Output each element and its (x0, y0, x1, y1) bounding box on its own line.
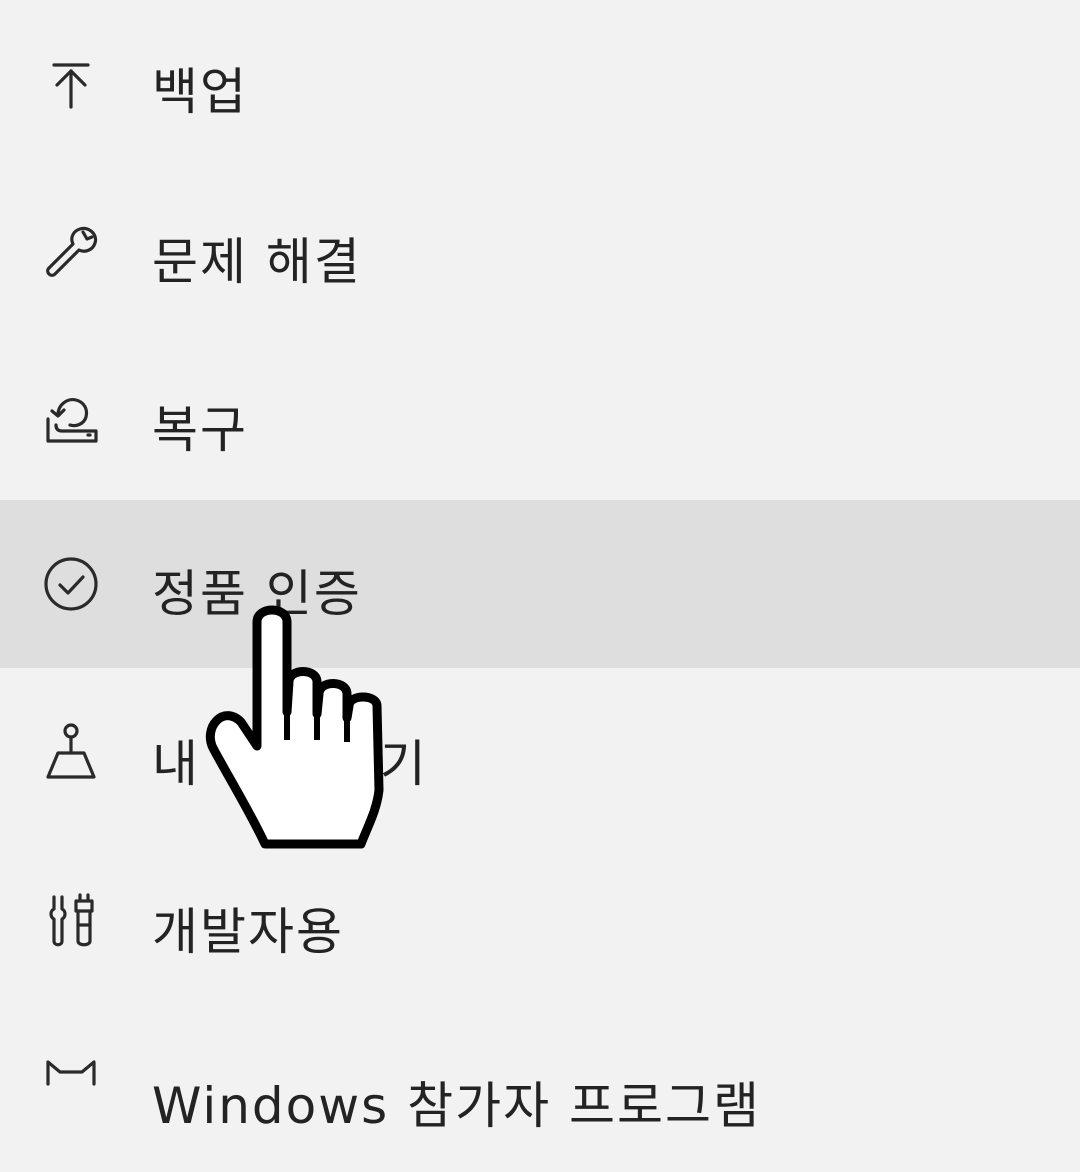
nav-item-label: 백업 (152, 63, 248, 121)
insider-cat-icon (40, 1054, 102, 1116)
developer-tools-icon (40, 889, 102, 951)
nav-item-for-developers[interactable]: 개발자용 (0, 836, 1080, 1004)
recovery-icon (40, 389, 102, 451)
nav-item-label: 내 장치 찾기 (152, 735, 428, 793)
check-circle-icon (40, 553, 102, 615)
nav-item-label: 문제 해결 (152, 233, 362, 291)
find-device-icon (40, 721, 102, 783)
nav-item-troubleshoot[interactable]: 문제 해결 (0, 168, 1080, 336)
nav-item-recovery[interactable]: 복구 (0, 336, 1080, 504)
nav-item-find-my-device[interactable]: 내 장치 찾기 (0, 668, 1080, 836)
nav-item-insider-program[interactable]: Windows 참가자 프로그램 (0, 1004, 1080, 1172)
backup-arrow-icon (40, 53, 102, 115)
nav-item-backup[interactable]: 백업 (0, 0, 1080, 168)
nav-item-activation[interactable]: 정품 인증 (0, 500, 1080, 668)
nav-item-label: 정품 인증 (152, 565, 362, 623)
nav-item-label: 복구 (152, 401, 248, 459)
nav-item-label: Windows 참가자 프로그램 (152, 1077, 761, 1135)
wrench-icon (40, 221, 102, 283)
nav-item-label: 개발자용 (152, 903, 344, 961)
